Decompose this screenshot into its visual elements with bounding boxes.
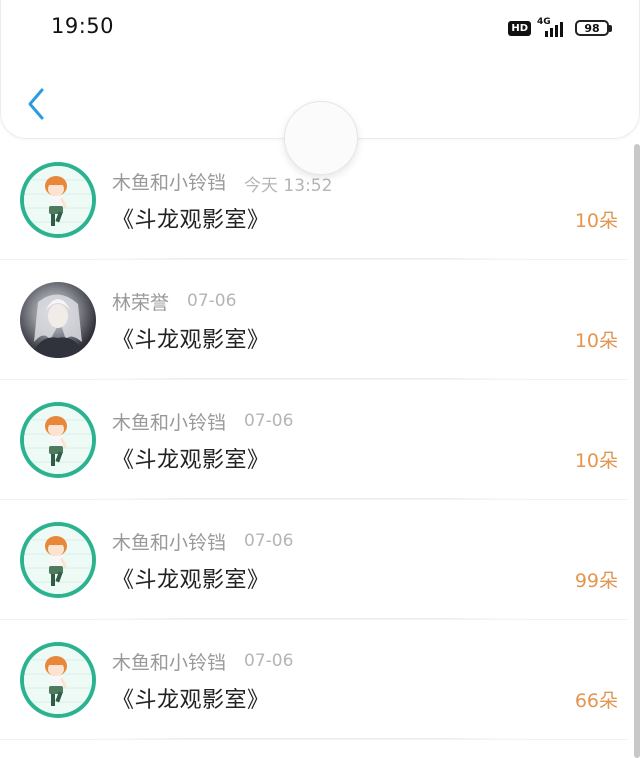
anime-girl-avatar-image [24,646,92,714]
list-item[interactable]: 木鱼和小铃铛 07-06 《斗龙观影室》 10朵 [0,380,628,500]
item-title: 《斗龙观影室》 [112,208,270,233]
flower-amount: 99朵 [574,570,618,592]
item-title: 《斗龙观影室》 [112,568,270,593]
anime-girl-avatar-image [24,406,92,474]
list-item[interactable]: 木鱼和小铃铛 07-06 《斗龙观影室》 99朵 [0,500,628,620]
list-item[interactable]: 木鱼和小铃铛 07-06 《斗龙观影室》 66朵 [0,620,628,740]
anime-girl-avatar-image [24,166,92,234]
floating-circle-button[interactable] [284,101,358,175]
battery-level: 98 [584,21,600,35]
anime-girl-avatar[interactable] [20,522,96,598]
timestamp: 07-06 [244,651,294,671]
anime-girl-avatar[interactable] [20,402,96,478]
anime-girl-avatar-image [24,526,92,594]
sender-name: 木鱼和小铃铛 [112,412,227,434]
flower-amount: 10朵 [574,210,618,232]
timestamp: 07-06 [244,531,294,551]
sender-name: 木鱼和小铃铛 [112,172,227,194]
back-button[interactable] [19,84,53,124]
row-divider [100,258,528,259]
dark-haired-avatar[interactable] [20,282,96,358]
anime-girl-avatar[interactable] [20,642,96,718]
sender-name: 林荣誉 [112,292,170,314]
flower-amount: 66朵 [574,690,618,712]
battery-icon: 98 [575,20,612,36]
item-title: 《斗龙观影室》 [112,688,270,713]
sender-name: 木鱼和小铃铛 [112,532,227,554]
item-title: 《斗龙观影室》 [112,448,270,473]
item-title: 《斗龙观影室》 [112,328,270,353]
flower-amount: 10朵 [574,450,618,472]
sender-name: 木鱼和小铃铛 [112,652,227,674]
chevron-left-icon [28,88,44,120]
signal-icon: 4G [537,17,565,38]
row-divider [100,378,528,379]
flower-amount: 10朵 [574,330,618,352]
row-divider [100,498,528,499]
row-divider [100,618,528,619]
timestamp: 07-06 [187,291,237,311]
status-icons: HD 4G 98 [508,17,612,39]
screen: 19:50 HD 4G 98 木鱼和小铃铛 今天 13:52 《斗龙观影室》 1… [0,0,640,758]
row-divider [100,738,528,739]
hd-icon: HD [508,20,531,36]
timestamp: 07-06 [244,411,294,431]
list-item[interactable]: 林荣誉 07-06 《斗龙观影室》 10朵 [0,260,628,380]
dark-haired-avatar-image [30,294,86,358]
status-time: 19:50 [51,14,115,38]
gift-record-list: 木鱼和小铃铛 今天 13:52 《斗龙观影室》 10朵 林荣誉 07-06 《斗龙观影室》 1… [0,140,628,758]
anime-girl-avatar[interactable] [20,162,96,238]
scrollbar[interactable] [634,144,640,758]
